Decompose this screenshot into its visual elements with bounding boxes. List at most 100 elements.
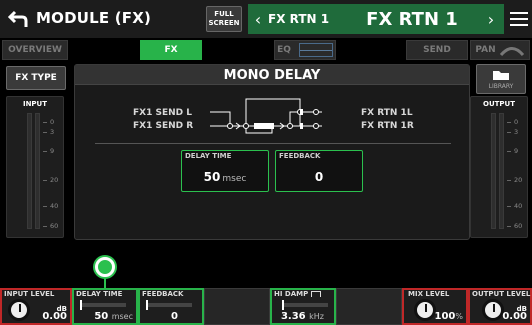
- delay-time-knob-unit: msec: [111, 312, 133, 321]
- tab-overview[interactable]: OVERVIEW: [2, 40, 68, 60]
- input-level-knob-icon[interactable]: [8, 299, 30, 321]
- feedback-knob[interactable]: FEEDBACK 0: [138, 288, 204, 325]
- mix-level-knob-icon[interactable]: [414, 299, 436, 321]
- output-level-knob[interactable]: OUTPUT LEVEL dB 0.00: [468, 288, 532, 325]
- panel-divider: [95, 143, 451, 144]
- feedback-knob-label: FEEDBACK: [142, 290, 184, 298]
- current-channel-label: FX RTN 1: [366, 8, 458, 30]
- folder-icon: [493, 70, 509, 80]
- input-meter-bar-left: [27, 113, 32, 229]
- delay-time-slider[interactable]: [80, 300, 126, 310]
- delay-time-param-label: DELAY TIME: [185, 152, 232, 160]
- input-level-value: 0.00: [42, 311, 67, 322]
- output-label-l: FX RTN 1L: [361, 108, 413, 118]
- tab-eq-label: EQ: [277, 45, 291, 55]
- mix-level-unit: %: [455, 312, 463, 321]
- feedback-param-value: 0: [314, 170, 324, 184]
- header-bar: MODULE (FX) FULL SCREEN ‹ FX RTN 1 FX RT…: [0, 0, 532, 38]
- output-meter-bar-left: [491, 113, 496, 229]
- full-screen-label-1: FULL: [214, 10, 234, 18]
- input-meter: INPUT 0 3 9 20 40 60: [6, 96, 64, 238]
- delay-time-value-number: 50: [203, 170, 221, 184]
- delay-time-value-unit: msec: [222, 174, 247, 184]
- tab-eq[interactable]: EQ: [274, 40, 336, 60]
- back-arrow-icon[interactable]: [4, 6, 32, 32]
- channel-navigator: ‹ FX RTN 1 FX RTN 1 ›: [248, 4, 504, 34]
- empty-knob-slot: [336, 288, 402, 325]
- output-scale-label: 9: [514, 147, 519, 155]
- delay-time-knob-number: 50: [94, 311, 109, 322]
- input-scale-label: 60: [50, 222, 59, 230]
- feedback-param[interactable]: FEEDBACK 0: [275, 150, 363, 192]
- tab-fx[interactable]: FX: [140, 40, 202, 60]
- output-scale-row: 0: [507, 118, 518, 126]
- library-label: LIBRARY: [488, 82, 514, 90]
- hi-damp-value: 3.36 kHz: [281, 311, 324, 322]
- library-button[interactable]: LIBRARY: [476, 64, 526, 94]
- full-screen-button[interactable]: FULL SCREEN: [206, 6, 242, 32]
- effect-header: MONO DELAY: [75, 65, 469, 85]
- delay-time-knob-label: DELAY TIME: [76, 290, 123, 298]
- delay-time-param[interactable]: DELAY TIME 50 msec: [181, 150, 269, 192]
- output-label-r: FX RTN 1R: [361, 121, 414, 131]
- output-scale-label: 20: [514, 176, 523, 184]
- hi-damp-knob[interactable]: HI DAMP 3.36 kHz: [270, 288, 336, 325]
- mix-level-number: 100: [434, 311, 456, 322]
- prev-channel-button[interactable]: ‹: [248, 10, 268, 29]
- delay-time-knob[interactable]: DELAY TIME 50 msec: [72, 288, 138, 325]
- output-scale-label: 0: [514, 118, 519, 126]
- mix-level-value: 100%: [435, 311, 463, 322]
- fx-type-button[interactable]: FX TYPE: [6, 66, 66, 90]
- pan-arc-icon: [499, 47, 524, 56]
- signal-flow-diagram: [210, 98, 322, 134]
- input-label-r: FX1 SEND R: [133, 121, 194, 131]
- lowpass-filter-icon: [310, 291, 321, 297]
- tab-pan[interactable]: PAN: [470, 40, 530, 60]
- input-scale-row: 3: [43, 128, 54, 136]
- output-scale-row: 3: [507, 128, 518, 136]
- page-title: MODULE (FX): [36, 9, 152, 27]
- effect-panel: MONO DELAY FX1 SEND L FX1 SEND R FX RTN …: [74, 64, 470, 240]
- output-scale-row: 60: [507, 222, 522, 230]
- output-scale-label: 60: [514, 222, 523, 230]
- tab-bar: OVERVIEW FX EQ SEND PAN: [0, 40, 532, 60]
- empty-knob-slot: [204, 288, 270, 325]
- next-channel-button[interactable]: ›: [478, 10, 504, 29]
- eq-curve-icon: [298, 43, 333, 57]
- input-scale-label: 9: [50, 147, 55, 155]
- feedback-knob-value: 0: [171, 311, 178, 322]
- input-level-label: INPUT LEVEL: [4, 290, 55, 298]
- input-scale-row: 20: [43, 176, 58, 184]
- delay-time-knob-value: 50 msec: [94, 311, 133, 322]
- delay-time-param-value: 50 msec: [182, 170, 268, 184]
- full-screen-label-2: SCREEN: [208, 19, 240, 27]
- hi-damp-number: 3.36: [280, 311, 306, 322]
- input-level-knob[interactable]: INPUT LEVEL dB 0.00: [0, 288, 72, 325]
- output-scale-label: 3: [514, 128, 519, 136]
- output-scale-row: 40: [507, 202, 522, 210]
- input-scale-label: 20: [50, 176, 59, 184]
- input-label-l: FX1 SEND L: [133, 108, 192, 118]
- output-scale-row: 20: [507, 176, 522, 184]
- input-scale-label: 0: [50, 118, 55, 126]
- hi-damp-slider[interactable]: [282, 300, 328, 310]
- hi-damp-label-wrap: HI DAMP: [274, 290, 321, 298]
- tab-send[interactable]: SEND: [406, 40, 468, 60]
- output-meter-title: OUTPUT: [483, 100, 515, 108]
- hi-damp-unit: kHz: [309, 312, 324, 321]
- feedback-slider[interactable]: [146, 300, 192, 310]
- output-meter-bar-right: [499, 113, 504, 229]
- output-level-knob-icon[interactable]: [482, 299, 504, 321]
- feedback-param-label: FEEDBACK: [279, 152, 321, 160]
- prev-channel-label[interactable]: FX RTN 1: [268, 12, 346, 26]
- output-level-label: OUTPUT LEVEL: [472, 290, 531, 298]
- knob-link-indicator[interactable]: [95, 257, 115, 277]
- input-scale-label: 40: [50, 202, 59, 210]
- output-scale-row: 9: [507, 147, 518, 155]
- menu-icon[interactable]: [510, 8, 528, 30]
- hi-damp-label: HI DAMP: [274, 290, 309, 298]
- output-level-value: 0.00: [502, 311, 527, 322]
- mix-level-label: MIX LEVEL: [408, 290, 450, 298]
- tab-pan-label: PAN: [475, 45, 496, 55]
- mix-level-knob[interactable]: MIX LEVEL 100%: [402, 288, 468, 325]
